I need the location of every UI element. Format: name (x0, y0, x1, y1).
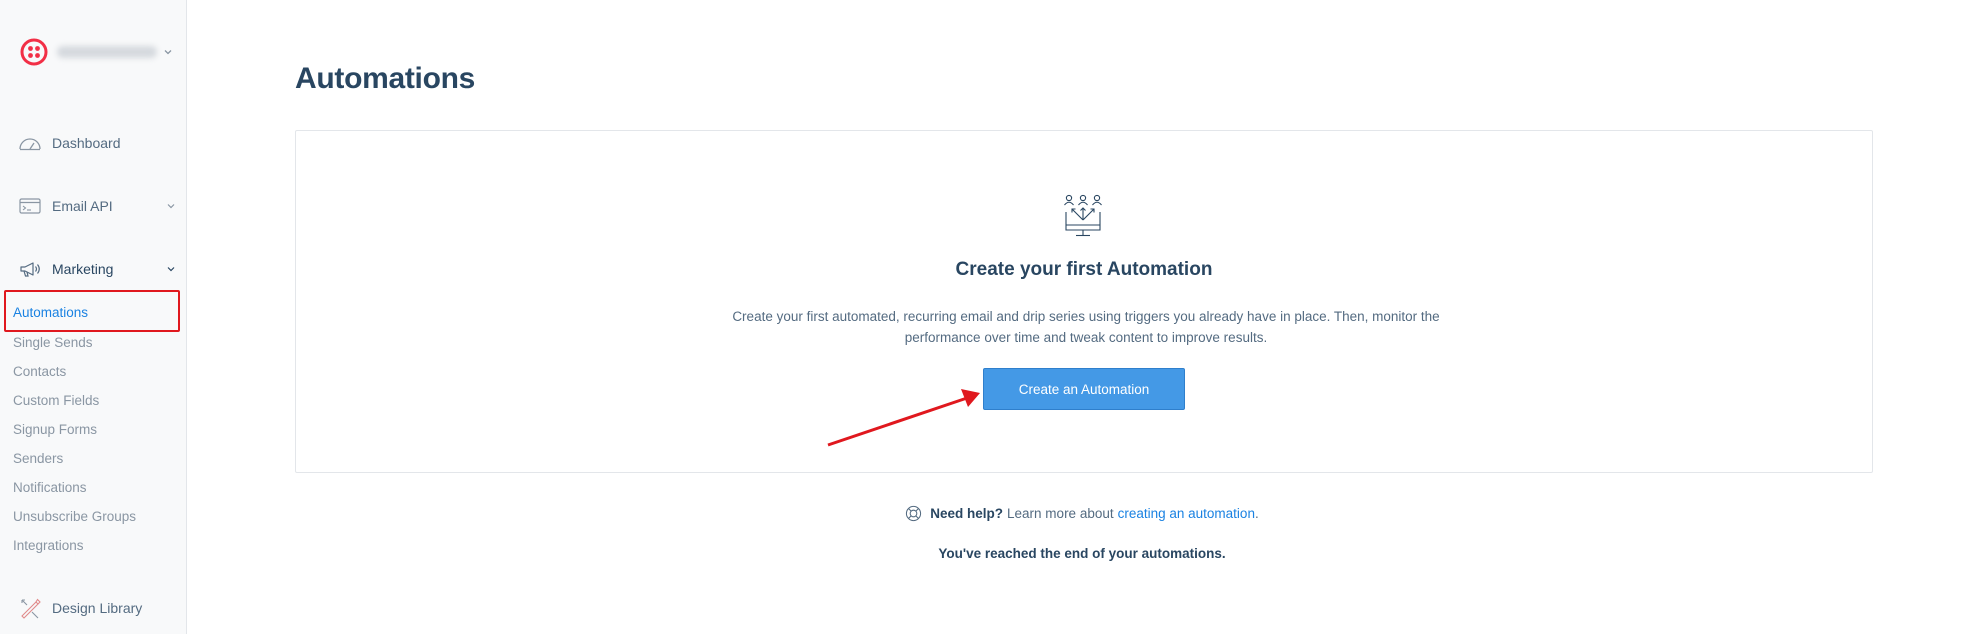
nav-email-api[interactable]: Email API (18, 196, 175, 216)
nav-design-library[interactable]: Design Library (18, 598, 143, 619)
empty-state-heading: Create your first Automation (955, 259, 1213, 280)
end-of-list-text: You've reached the end of your automatio… (938, 546, 1226, 561)
sidebar-item-signup-forms[interactable]: Signup Forms (13, 422, 97, 437)
help-label: Need help? (930, 506, 1004, 521)
nav-dashboard[interactable]: Dashboard (18, 133, 121, 153)
megaphone-icon (18, 259, 42, 279)
sidebar-item-senders[interactable]: Senders (13, 451, 63, 466)
empty-state-card: Create your first Automation Create your… (295, 130, 1873, 473)
chevron-down-icon (167, 204, 175, 209)
end-of-list-message: You've reached the end of your automatio… (0, 546, 1978, 561)
account-switcher[interactable] (20, 38, 173, 66)
create-automation-button[interactable]: Create an Automation (983, 368, 1185, 410)
design-tools-icon (18, 598, 42, 619)
sidebar-item-custom-fields[interactable]: Custom Fields (13, 393, 99, 408)
terminal-icon (18, 196, 42, 216)
account-name (57, 46, 157, 58)
sidebar-item-notifications[interactable]: Notifications (13, 480, 87, 495)
speedometer-icon (18, 133, 42, 153)
chevron-down-icon (164, 50, 172, 55)
empty-state-description: Create your first automated, recurring e… (732, 309, 1440, 345)
help-text: Learn more about (1007, 506, 1114, 521)
nav-design-library-label: Design Library (52, 600, 143, 616)
sidebar-item-unsubscribe-groups[interactable]: Unsubscribe Groups (13, 509, 136, 524)
creating-automation-link[interactable]: creating an automation (1118, 506, 1255, 521)
sidebar: Dashboard Email API Marketing Automation… (0, 0, 187, 634)
sidebar-item-contacts[interactable]: Contacts (13, 364, 66, 379)
page-title: Automations (295, 62, 476, 95)
lifebuoy-icon (906, 505, 922, 522)
nav-email-api-label: Email API (52, 198, 113, 214)
sidebar-item-automations[interactable]: Automations (13, 305, 88, 320)
nav-marketing-label: Marketing (52, 261, 114, 277)
brand-logo-icon (20, 38, 48, 66)
nav-dashboard-label: Dashboard (52, 135, 121, 151)
chevron-down-icon (167, 267, 175, 272)
automation-illustration-icon (1064, 194, 1102, 237)
help-suffix: . (1254, 506, 1259, 521)
nav-marketing[interactable]: Marketing (18, 259, 175, 279)
sidebar-item-single-sends[interactable]: Single Sends (13, 335, 93, 350)
help-row: Need help? Learn more about creating an … (0, 505, 1978, 522)
